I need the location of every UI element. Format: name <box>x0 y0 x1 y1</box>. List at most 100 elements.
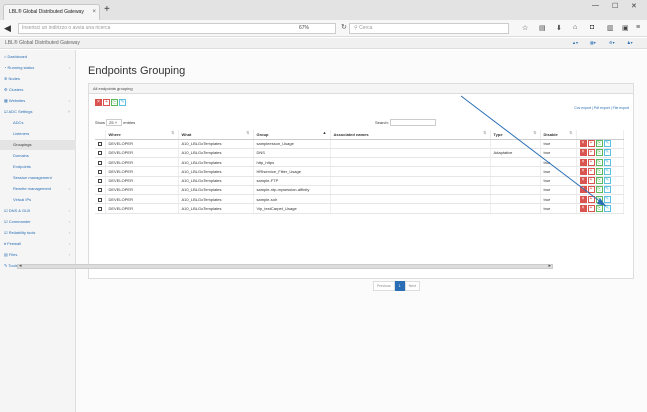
copy-row-button[interactable]: ⎘ <box>595 149 603 157</box>
close-window-icon[interactable]: ✕ <box>631 2 637 10</box>
profile-icon[interactable]: ♟▾ <box>627 38 633 48</box>
copy-button[interactable]: ⎘ <box>111 99 118 106</box>
page-1-button[interactable]: 1 <box>394 281 405 291</box>
row-checkbox[interactable] <box>98 206 102 211</box>
sidebar-item-files[interactable]: ▤ Files › <box>0 250 76 260</box>
edit-row-button[interactable]: ✎ <box>603 167 611 175</box>
sidebar-item-running-status[interactable]: ◔ Running status › <box>0 63 76 73</box>
browser-search-input[interactable]: ⚲ Cerca <box>349 23 509 34</box>
row-checkbox[interactable] <box>98 160 102 165</box>
user-menu-icon[interactable]: ▲▾ <box>572 38 578 48</box>
delete-row-button[interactable]: × <box>579 204 587 212</box>
sidebar-item-nodes[interactable]: ✲ Nodes <box>0 74 76 84</box>
copy-row-button[interactable]: ⎘ <box>595 204 603 212</box>
add-row-button[interactable]: + <box>587 140 595 148</box>
next-button[interactable]: Next <box>404 281 420 291</box>
delete-row-button[interactable]: × <box>579 186 587 194</box>
minimize-icon[interactable]: — <box>592 2 599 9</box>
add-row-button[interactable]: + <box>587 149 595 157</box>
horizontal-scrollbar[interactable]: ◂ ▸ <box>17 263 553 269</box>
col-associated-names[interactable]: Associated names ⇅ <box>330 130 491 140</box>
row-checkbox[interactable] <box>98 142 102 147</box>
row-checkbox[interactable] <box>98 151 102 156</box>
edit-row-button[interactable]: ✎ <box>603 149 611 157</box>
sidebar-item-clusters[interactable]: ⚙ Clusters <box>0 85 76 95</box>
delete-row-button[interactable]: × <box>579 167 587 175</box>
zoom-level[interactable]: 67% <box>299 24 309 33</box>
delete-row-button[interactable]: × <box>579 158 587 166</box>
sidebar-item-endpoints[interactable]: Endpoints <box>0 162 76 172</box>
add-row-button[interactable]: + <box>587 195 595 203</box>
tab-close-icon[interactable]: × <box>92 5 96 20</box>
download-icon[interactable]: ⬇ <box>556 24 562 32</box>
library-icon[interactable]: ▥ <box>607 24 614 32</box>
star-icon[interactable]: ☆ <box>522 24 528 32</box>
reload-icon[interactable]: ↻ <box>341 23 347 31</box>
delete-row-button[interactable]: × <box>579 149 587 157</box>
sidebar-item-websites[interactable]: ▦ Websites › <box>0 96 76 106</box>
sidebar-item-listeners[interactable]: Listeners <box>0 129 76 139</box>
maximize-icon[interactable]: ☐ <box>612 2 618 10</box>
row-checkbox[interactable] <box>98 188 102 193</box>
table-search-input[interactable] <box>389 119 436 127</box>
copy-row-button[interactable]: ⎘ <box>595 186 603 194</box>
export-links[interactable]: Cvs export | Pdf export | File export <box>574 106 629 110</box>
copy-row-button[interactable]: ⎘ <box>595 167 603 175</box>
delete-row-button[interactable]: × <box>579 177 587 185</box>
add-row-button[interactable]: + <box>587 204 595 212</box>
sidebar-item-firewall[interactable]: ♦ Firewall › <box>0 239 76 249</box>
edit-row-button[interactable]: ✎ <box>603 177 611 185</box>
sidebar-item-rewrite-management[interactable]: Rewrite management › <box>0 184 76 194</box>
sidebar-item-virtual-ips[interactable]: Virtual IPs <box>0 195 76 205</box>
copy-row-button[interactable]: ⎘ <box>595 140 603 148</box>
settings-menu-icon[interactable]: ▦▾ <box>590 38 596 48</box>
copy-row-button[interactable]: ⎘ <box>595 195 603 203</box>
bookmark-icon[interactable]: ▤ <box>539 24 546 32</box>
new-tab-button[interactable]: + <box>104 4 110 16</box>
back-arrow-icon[interactable]: ◀ <box>4 23 11 34</box>
sidebar-item-commander[interactable]: ☑ Commander › <box>0 217 76 227</box>
row-checkbox[interactable] <box>98 197 102 202</box>
home-icon[interactable]: ⌂ <box>573 24 577 31</box>
delete-all-button[interactable]: × <box>95 99 102 106</box>
add-row-button[interactable]: + <box>587 167 595 175</box>
edit-row-button[interactable]: ✎ <box>603 186 611 194</box>
col-what[interactable]: What ⇅ <box>178 130 254 140</box>
col-disable[interactable]: Disable ⇅ <box>540 130 577 140</box>
row-checkbox[interactable] <box>98 179 102 184</box>
menu-icon[interactable]: ≡ <box>636 24 640 31</box>
edit-row-button[interactable]: ✎ <box>603 204 611 212</box>
delete-row-button[interactable]: × <box>579 195 587 203</box>
edit-row-button[interactable]: ✎ <box>603 140 611 148</box>
copy-row-button[interactable]: ⎘ <box>595 177 603 185</box>
edit-row-button[interactable]: ✎ <box>603 195 611 203</box>
add-row-button[interactable]: + <box>587 186 595 194</box>
edit-button[interactable]: ✎ <box>119 99 126 106</box>
col-where[interactable]: Where ⇅ <box>105 130 179 140</box>
gear-icon[interactable]: ⚙▾ <box>609 38 615 48</box>
reader-icon[interactable]: ▣ <box>622 24 629 32</box>
sidebar-item-session-management[interactable]: Session management <box>0 173 76 183</box>
sidebar-item-groupings[interactable]: Groupings <box>0 140 76 150</box>
sidebar-item-adc-settings[interactable]: ☑ ADC Settings ˅ <box>0 107 76 117</box>
copy-row-button[interactable]: ⎘ <box>595 158 603 166</box>
scroll-left-icon[interactable]: ◂ <box>19 263 22 269</box>
row-checkbox[interactable] <box>98 169 102 174</box>
add-row-button[interactable]: + <box>587 158 595 166</box>
edit-row-button[interactable]: ✎ <box>603 158 611 166</box>
col-group[interactable]: Group ▲ <box>253 130 331 140</box>
sidebar-item-domains[interactable]: Domains <box>0 151 76 161</box>
scroll-right-icon[interactable]: ▸ <box>548 263 551 269</box>
add-row-button[interactable]: + <box>587 177 595 185</box>
add-button[interactable]: + <box>103 99 110 106</box>
entries-select[interactable]: 25 ˅ <box>106 119 123 127</box>
sidebar-item-adcs[interactable]: ADCs <box>0 118 76 128</box>
sidebar-item-reliability-tools[interactable]: ☑ Reliability tools › <box>0 228 76 238</box>
browser-tab[interactable]: LBL® Global Distributed Gateway × <box>3 4 100 20</box>
sidebar-item-dns-glb[interactable]: ☑ DNS & GLB › <box>0 206 76 216</box>
url-bar[interactable]: Inserisci un indirizzo o avvia una ricer… <box>18 23 336 34</box>
sidebar-item-dashboard[interactable]: ⌂ Dashboard <box>0 52 76 62</box>
pocket-icon[interactable]: ◘ <box>590 24 594 31</box>
col-type[interactable]: Type ⇅ <box>490 130 541 140</box>
delete-row-button[interactable]: × <box>579 140 587 148</box>
